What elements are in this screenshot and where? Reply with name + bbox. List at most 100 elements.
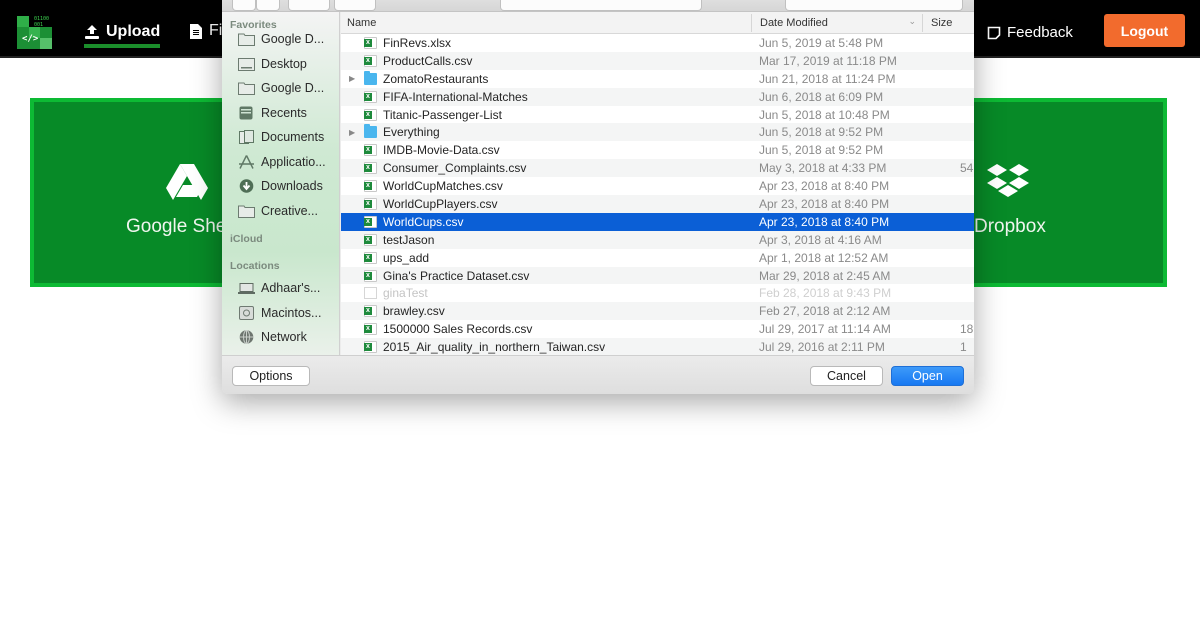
spreadsheet-icon xyxy=(364,233,377,246)
column-header-size-label: Size xyxy=(931,17,953,29)
column-header-date-label: Date Modified xyxy=(760,17,828,29)
file-row[interactable]: ups_add Apr 1, 2018 at 12:52 AM xyxy=(341,249,974,267)
options-button[interactable]: Options xyxy=(232,366,310,386)
open-button[interactable]: Open xyxy=(891,366,964,386)
file-date-modified: Jun 21, 2018 at 11:24 PM xyxy=(759,71,896,86)
spreadsheet-icon xyxy=(364,144,377,157)
file-date-modified: Mar 17, 2019 at 11:18 PM xyxy=(759,53,897,68)
sidebar-item-label: Recents xyxy=(261,105,307,120)
file-row[interactable]: brawley.csv Feb 27, 2018 at 2:12 AM xyxy=(341,302,974,321)
sidebar-item-downloads[interactable]: Downloads xyxy=(238,177,323,195)
file-name: brawley.csv xyxy=(383,304,445,319)
column-header-name-label: Name xyxy=(347,17,377,29)
file-date-modified: Apr 1, 2018 at 12:52 AM xyxy=(759,250,889,265)
file-row[interactable]: Consumer_Complaints.csv May 3, 2018 at 4:… xyxy=(341,159,974,178)
file-row[interactable]: WorldCupPlayers.csv Apr 23, 2018 at 8:40 … xyxy=(341,195,974,213)
file-row[interactable]: Gina's Practice Dataset.csv Mar 29, 2018 … xyxy=(341,266,974,285)
file-name: 2015_Air_quality_in_northern_Taiwan.csv xyxy=(383,340,606,355)
view-mode-button[interactable] xyxy=(288,0,330,11)
file-name: FIFA-International-Matches xyxy=(383,89,528,104)
recents-icon xyxy=(238,106,255,120)
file-date-modified: Feb 28, 2018 at 9:43 PM xyxy=(759,286,892,301)
spreadsheet-icon xyxy=(364,180,377,193)
sidebar-item-google-drive-1[interactable]: Google D... xyxy=(238,30,324,48)
nav-feedback-label: Feedback xyxy=(1007,24,1073,41)
active-tab-indicator xyxy=(84,44,161,48)
file-row[interactable]: WorldCupMatches.csv Apr 23, 2018 at 8:40 … xyxy=(341,177,974,195)
file-size: 54 xyxy=(960,161,974,176)
sidebar-item-applications[interactable]: Applicatio... xyxy=(238,153,326,171)
sidebar-item-documents[interactable]: Documents xyxy=(238,128,324,146)
cancel-button[interactable]: Cancel xyxy=(810,366,883,386)
file-name: testJason xyxy=(383,232,435,247)
file-row[interactable]: IMDB-Movie-Data.csv Jun 5, 2018 at 9:52 P… xyxy=(341,141,974,159)
spreadsheet-icon xyxy=(364,305,377,318)
spreadsheet-icon xyxy=(364,251,377,264)
sidebar-item-google-drive-2[interactable]: Google D... xyxy=(238,79,324,97)
column-header-size[interactable]: Size xyxy=(925,12,974,34)
forward-button[interactable] xyxy=(256,0,280,11)
back-button[interactable] xyxy=(232,0,256,11)
file-name: Titanic-Passenger-List xyxy=(383,107,502,122)
folder-icon xyxy=(364,124,377,139)
group-button[interactable] xyxy=(334,0,376,11)
sidebar-item-adhaars-macbook[interactable]: Adhaar's... xyxy=(238,279,320,297)
dropbox-source-tile[interactable]: Dropbox xyxy=(965,98,1167,287)
file-name: FinRevs.xlsx xyxy=(383,35,452,50)
nav-upload[interactable]: Upload xyxy=(84,20,161,48)
column-divider[interactable] xyxy=(922,14,923,32)
file-row[interactable]: FIFA-International-Matches Jun 6, 2018 at… xyxy=(341,87,974,106)
spreadsheet-icon xyxy=(364,198,377,211)
file-row[interactable]: 2015_Air_quality_in_northern_Taiwan.csv J… xyxy=(341,338,974,355)
network-globe-icon xyxy=(238,329,255,345)
sidebar-item-label: Creative... xyxy=(261,203,318,218)
file-name: Consumer_Complaints.csv xyxy=(383,161,527,176)
app-logo[interactable]: 01100 001 </> xyxy=(17,16,52,49)
column-divider[interactable] xyxy=(751,14,752,32)
search-field[interactable] xyxy=(785,0,963,11)
folder-row[interactable]: ▶ ZomatoRestaurants Jun 21, 2018 at 11:24 … xyxy=(341,70,974,88)
file-row[interactable]: ProductCalls.csv Mar 17, 2019 at 11:18 PM xyxy=(341,51,974,70)
file-row: ginaTest Feb 28, 2018 at 9:43 PM xyxy=(341,284,974,302)
file-date-modified: Jun 5, 2018 at 9:52 PM xyxy=(759,125,884,140)
google-sheets-source-tile[interactable]: Google She xyxy=(30,98,230,287)
file-date-modified: Apr 23, 2018 at 8:40 PM xyxy=(759,214,890,229)
spreadsheet-icon xyxy=(364,54,377,67)
location-popup[interactable] xyxy=(500,0,702,11)
logout-button[interactable]: Logout xyxy=(1104,14,1185,47)
folder-row[interactable]: ▶ Everything Jun 5, 2018 at 9:52 PM xyxy=(341,123,974,142)
file-row[interactable]: FinRevs.xlsx Jun 5, 2019 at 5:48 PM xyxy=(341,34,974,52)
file-row[interactable]: testJason Apr 3, 2018 at 4:16 AM xyxy=(341,230,974,249)
spreadsheet-icon xyxy=(364,269,377,282)
sidebar-item-desktop[interactable]: Desktop xyxy=(238,55,307,73)
spreadsheet-icon xyxy=(364,108,377,121)
file-name: WorldCups.csv xyxy=(383,214,464,229)
file-row[interactable]: WorldCups.csv Apr 23, 2018 at 8:40 PM xyxy=(341,212,974,231)
file-name: ginaTest xyxy=(383,286,428,301)
sidebar-section-icloud[interactable]: iCloud xyxy=(230,233,263,245)
column-header-name[interactable]: Name xyxy=(341,12,751,34)
sidebar-item-recents[interactable]: Recents xyxy=(238,104,307,122)
dialog-sidebar: Favorites Google D... Desktop Google D..… xyxy=(222,12,340,355)
column-header-date-modified[interactable]: Date Modified ⌄ xyxy=(754,12,922,34)
file-list[interactable]: Name Date Modified ⌄ Size FinRevs.xlsx Ju… xyxy=(341,12,974,355)
file-row[interactable]: Titanic-Passenger-List Jun 5, 2018 at 10:… xyxy=(341,106,974,124)
sidebar-item-creative-cloud[interactable]: Creative... xyxy=(238,202,318,220)
disclosure-triangle-icon[interactable]: ▶ xyxy=(349,128,357,137)
spreadsheet-icon xyxy=(364,90,377,103)
sidebar-item-macintosh-hd[interactable]: Macintos... xyxy=(238,304,321,322)
sidebar-item-label: Applicatio... xyxy=(261,154,326,169)
nav-feedback[interactable]: Feedback xyxy=(987,24,1073,41)
file-name: ZomatoRestaurants xyxy=(383,71,489,86)
dialog-footer: Options Cancel Open xyxy=(222,355,974,394)
spreadsheet-icon xyxy=(364,323,377,336)
google-sheets-label: Google She xyxy=(126,216,227,237)
file-row[interactable]: 1500000 Sales Records.csv Jul 29, 2017 at… xyxy=(341,320,974,338)
sidebar-item-network[interactable]: Network xyxy=(238,328,307,346)
nav-files[interactable]: Fi xyxy=(190,22,222,40)
dialog-toolbar-area xyxy=(222,0,974,12)
disclosure-triangle-icon[interactable]: ▶ xyxy=(349,74,357,83)
file-date-modified: Jun 5, 2018 at 10:48 PM xyxy=(759,107,890,122)
file-date-modified: Mar 29, 2018 at 2:45 AM xyxy=(759,268,891,283)
documents-icon xyxy=(238,130,255,144)
